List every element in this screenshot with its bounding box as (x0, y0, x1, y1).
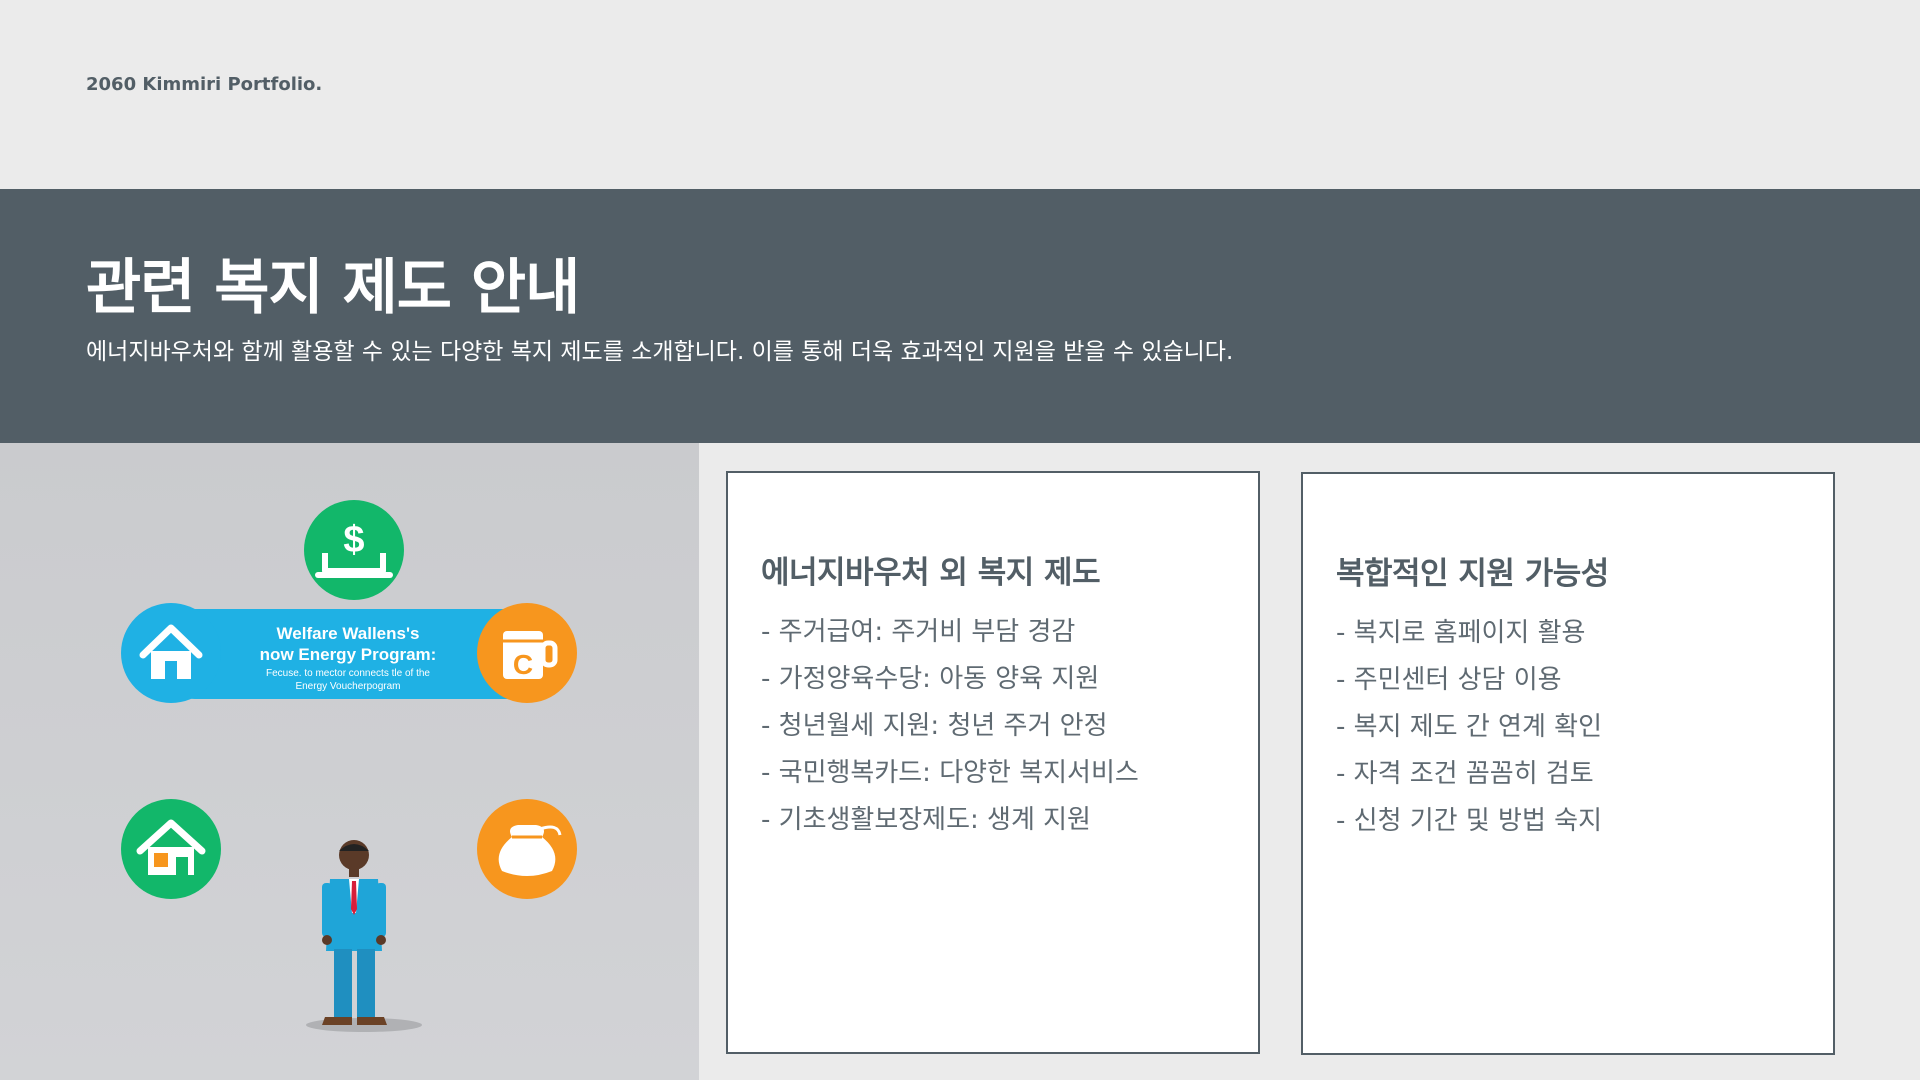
support-list: - 복지로 홈페이지 활용 - 주민센터 상담 이용 - 복지 제도 간 연계 … (1336, 610, 1602, 845)
title-banner: 관련 복지 제도 안내 에너지바우처와 함께 활용할 수 있는 다양한 복지 제… (0, 189, 1920, 443)
list-item: - 신청 기간 및 방법 숙지 (1336, 806, 1602, 836)
coffee-cup-icon: C (477, 603, 577, 703)
list-item: - 청년월세 지원: 청년 주거 안정 (761, 711, 1108, 741)
list-item: - 주민센터 상담 이용 (1336, 665, 1562, 695)
card-title: 에너지바우처 외 복지 제도 (761, 555, 1101, 591)
list-item: - 복지로 홈페이지 활용 (1336, 618, 1586, 648)
person-figure (306, 840, 422, 1032)
list-item: - 국민행복카드: 다양한 복지서비스 (761, 758, 1139, 788)
list-item: - 주거급여: 주거비 부담 경감 (761, 617, 1076, 647)
list-item: - 복지 제도 간 연계 확인 (1336, 712, 1602, 742)
card-title: 복합적인 지원 가능성 (1336, 556, 1609, 592)
svg-text:$: $ (343, 519, 364, 561)
page-title: 관련 복지 제도 안내 (86, 253, 580, 323)
pill-line-3: Fecuse. to mector connects tle of the (266, 668, 430, 679)
page-subtitle: 에너지바우처와 함께 활용할 수 있는 다양한 복지 제도를 소개합니다. 이를… (86, 339, 1234, 365)
list-item: - 가정양육수당: 아동 양육 지원 (761, 664, 1100, 694)
house-icon (121, 799, 221, 899)
list-item: - 자격 조건 꼼꼼히 검토 (1336, 759, 1594, 789)
brand-title: 2060 Kimmiri Portfolio. (86, 74, 323, 95)
list-item: - 기초생활보장제도: 생계 지원 (761, 805, 1091, 835)
dollar-laptop-icon: $ (304, 500, 404, 600)
svg-text:C: C (513, 649, 533, 680)
pill-line-2: now Energy Program: (260, 645, 437, 664)
money-bag-icon (477, 799, 577, 899)
illustration-canvas: Welfare Wallens's now Energy Program: Fe… (121, 500, 577, 1032)
house-icon (121, 603, 221, 703)
program-list: - 주거급여: 주거비 부담 경감 - 가정양육수당: 아동 양육 지원 - 청… (761, 609, 1139, 844)
combined-support-card: 복합적인 지원 가능성 - 복지로 홈페이지 활용 - 주민센터 상담 이용 -… (1301, 472, 1835, 1055)
pill-line-4: Energy Voucherpogram (295, 681, 400, 692)
pill-line-1: Welfare Wallens's (277, 624, 420, 643)
welfare-illustration: Welfare Wallens's now Energy Program: Fe… (0, 443, 699, 1080)
welfare-programs-card: 에너지바우처 외 복지 제도 - 주거급여: 주거비 부담 경감 - 가정양육수… (726, 471, 1260, 1054)
